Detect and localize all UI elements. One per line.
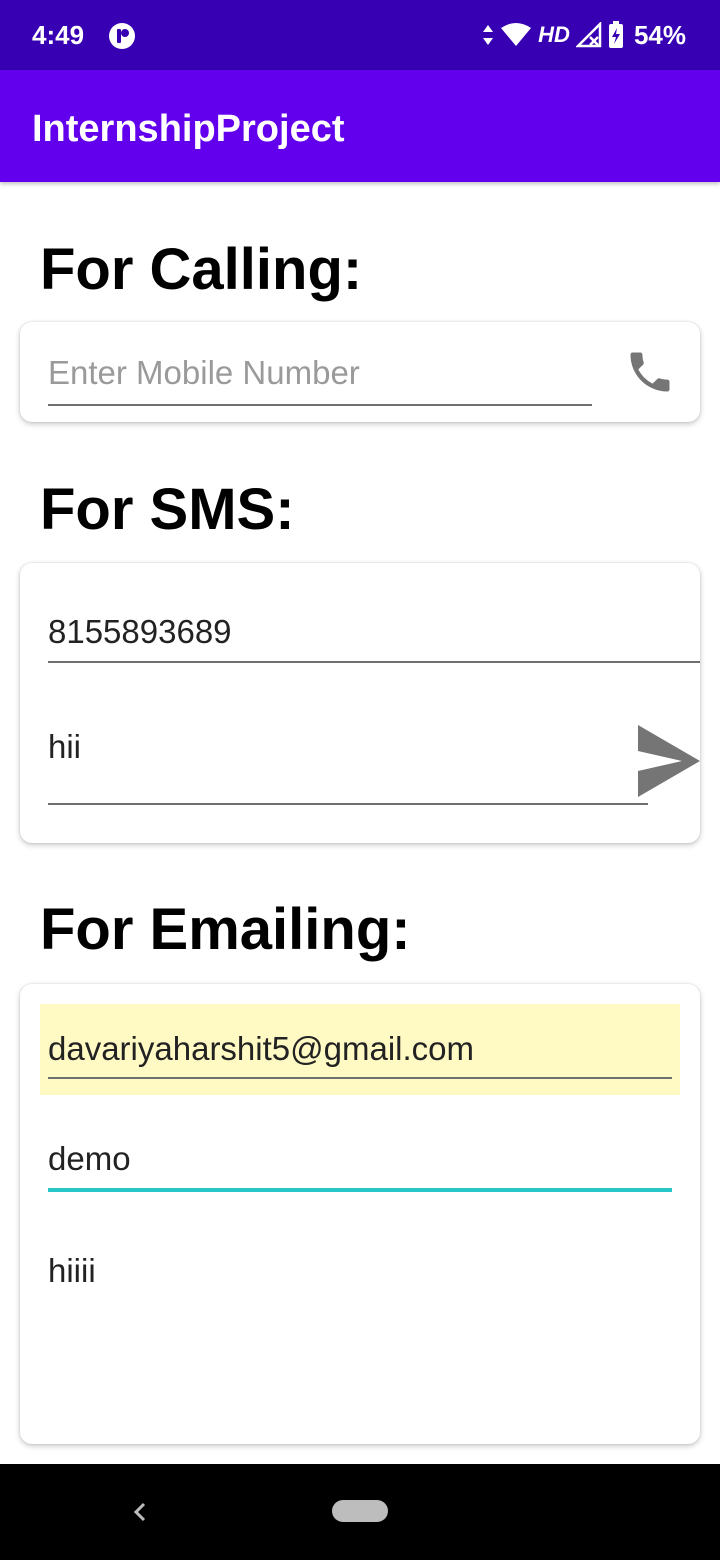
email-body-input[interactable]: hiiii: [48, 1252, 672, 1312]
navigation-bar: [0, 1464, 720, 1560]
email-heading: For Emailing:: [40, 897, 411, 962]
back-icon[interactable]: [128, 1496, 150, 1533]
status-indicators: HD 54%: [482, 18, 686, 52]
battery-percent: 54%: [633, 19, 686, 50]
calling-heading: For Calling:: [40, 237, 363, 302]
email-to-input[interactable]: davariyaharshit5@gmail.com: [48, 1030, 672, 1079]
email-card: davariyaharshit5@gmail.com demo hiiii: [20, 984, 700, 1444]
mobile-number-input[interactable]: Enter Mobile Number: [48, 354, 592, 406]
home-pill[interactable]: [332, 1500, 388, 1522]
calling-card: Enter Mobile Number: [20, 322, 700, 422]
send-icon[interactable]: [638, 723, 700, 804]
network-type-label: HD: [538, 22, 570, 47]
signal-icon: [575, 22, 602, 48]
sms-message-input[interactable]: hii: [48, 728, 648, 805]
wifi-icon: [500, 22, 532, 48]
email-subject-input[interactable]: demo: [48, 1140, 672, 1192]
app-notification-icon: [108, 22, 136, 50]
sms-card: 8155893689 hii: [20, 563, 700, 843]
app-title: InternshipProject: [32, 108, 345, 150]
status-time: 4:49: [32, 20, 85, 50]
phone-icon[interactable]: [624, 346, 676, 403]
data-arrows-icon: [482, 23, 494, 47]
sms-heading: For SMS:: [40, 477, 295, 542]
battery-icon: [608, 21, 624, 49]
status-bar: 4:49 HD 54%: [0, 0, 720, 70]
sms-number-input[interactable]: 8155893689: [48, 613, 700, 663]
app-bar: InternshipProject: [0, 70, 720, 182]
